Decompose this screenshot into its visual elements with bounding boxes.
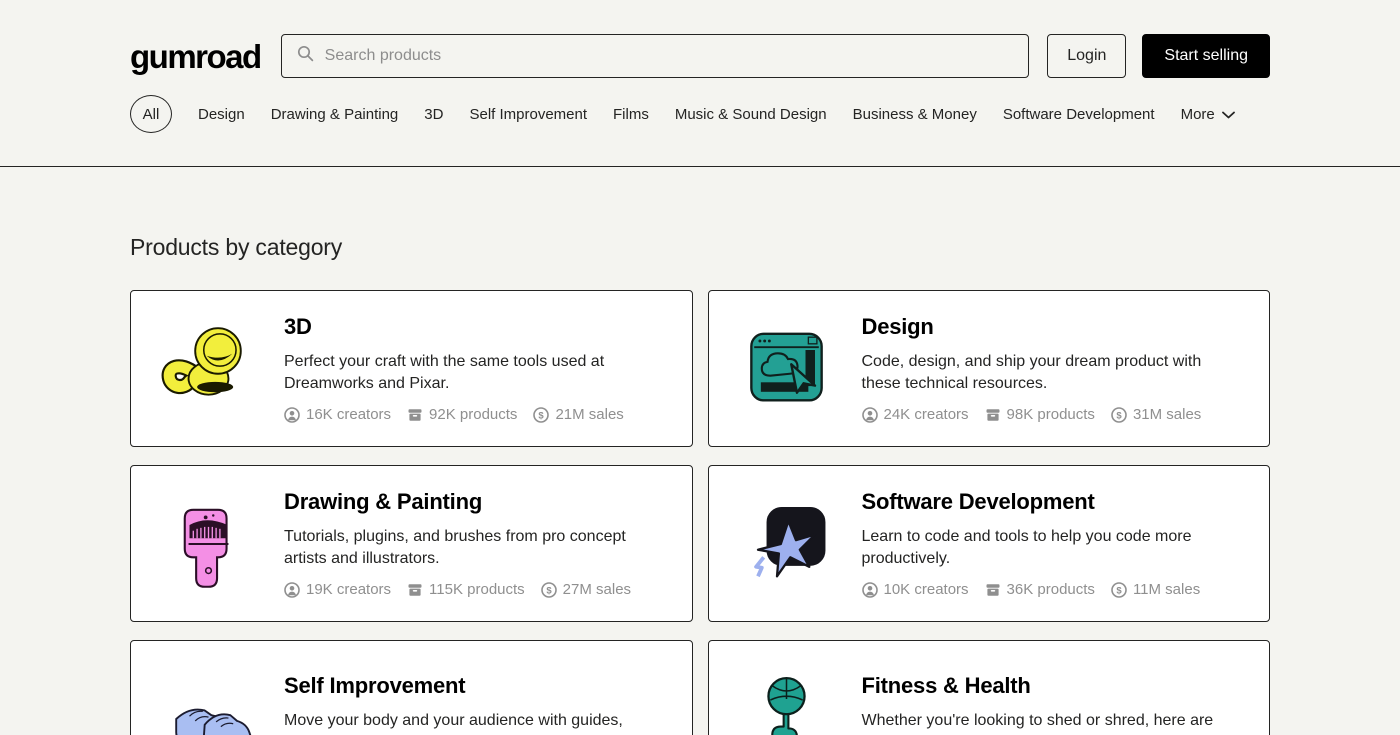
sneakers-sticker-icon — [161, 664, 256, 735]
creators-stat: 16K creators — [284, 406, 391, 423]
products-icon — [407, 407, 423, 423]
category-card-design[interactable]: Design Code, design, and ship your dream… — [708, 290, 1271, 447]
sales-stat: $ 11M sales — [1111, 581, 1200, 598]
card-description: Perfect your craft with the same tools u… — [284, 351, 662, 395]
card-description: Learn to code and tools to help you code… — [862, 526, 1240, 570]
gumroad-logo[interactable]: gumroad — [130, 40, 261, 73]
card-description: Tutorials, plugins, and brushes from pro… — [284, 526, 662, 570]
nav-item-all[interactable]: All — [130, 95, 172, 133]
start-selling-button[interactable]: Start selling — [1142, 34, 1270, 78]
category-card-3d[interactable]: 3D Perfect your craft with the same tool… — [130, 290, 693, 447]
card-stats: 19K creators 115K products $ 27M sales — [284, 581, 662, 598]
creators-icon — [862, 407, 878, 423]
creators-icon — [862, 582, 878, 598]
products-stat: 36K products — [985, 581, 1095, 598]
card-description: Move your body and your audience with gu… — [284, 710, 662, 735]
chevron-down-icon — [1222, 106, 1235, 123]
category-nav: All Design Drawing & Painting 3D Self Im… — [130, 95, 1270, 133]
nav-item-music-sound-design[interactable]: Music & Sound Design — [675, 106, 827, 123]
sales-icon: $ — [541, 582, 557, 598]
creators-stat: 19K creators — [284, 581, 391, 598]
cursor-burst-sticker-icon — [739, 489, 834, 599]
paintbrush-monster-sticker-icon — [161, 489, 256, 599]
nav-item-self-improvement[interactable]: Self Improvement — [469, 106, 587, 123]
card-title: 3D — [284, 314, 662, 340]
card-stats: 16K creators 92K products $ 21M sales — [284, 406, 662, 423]
products-stat: 98K products — [985, 406, 1095, 423]
nav-item-business-money[interactable]: Business & Money — [853, 106, 977, 123]
category-card-drawing-painting[interactable]: Drawing & Painting Tutorials, plugins, a… — [130, 465, 693, 622]
category-card-self-improvement[interactable]: Self Improvement Move your body and your… — [130, 640, 693, 735]
creators-stat: 24K creators — [862, 406, 969, 423]
login-button[interactable]: Login — [1047, 34, 1126, 78]
nav-item-3d[interactable]: 3D — [424, 106, 443, 123]
nav-item-films[interactable]: Films — [613, 106, 649, 123]
card-description: Code, design, and ship your dream produc… — [862, 351, 1240, 395]
search-input[interactable] — [325, 47, 1014, 65]
nav-item-design[interactable]: Design — [198, 106, 245, 123]
products-icon — [985, 407, 1001, 423]
products-stat: 115K products — [407, 581, 525, 598]
worm-3d-sticker-icon — [161, 314, 256, 424]
card-title: Fitness & Health — [862, 673, 1240, 699]
creators-icon — [284, 582, 300, 598]
card-title: Software Development — [862, 489, 1240, 515]
category-card-software-development[interactable]: Software Development Learn to code and t… — [708, 465, 1271, 622]
sales-stat: $ 27M sales — [541, 581, 631, 598]
basketball-hand-sticker-icon — [739, 664, 834, 735]
site-header: gumroad Login Start selling All Design D… — [0, 0, 1400, 167]
sales-icon: $ — [533, 407, 549, 423]
sales-icon: $ — [1111, 582, 1127, 598]
sales-stat: $ 31M sales — [1111, 406, 1201, 423]
svg-text:$: $ — [1116, 585, 1122, 596]
products-icon — [407, 582, 423, 598]
card-stats: 10K creators 36K products $ 11M sales — [862, 581, 1240, 598]
category-card-grid: 3D Perfect your craft with the same tool… — [130, 290, 1270, 735]
sales-stat: $ 21M sales — [533, 406, 623, 423]
products-stat: 92K products — [407, 406, 517, 423]
card-title: Self Improvement — [284, 673, 662, 699]
nav-item-drawing-painting[interactable]: Drawing & Painting — [271, 106, 399, 123]
svg-text:$: $ — [1116, 410, 1122, 421]
svg-text:$: $ — [539, 410, 545, 421]
creators-stat: 10K creators — [862, 581, 969, 598]
search-icon — [297, 45, 314, 67]
main-content: Products by category 3D Perfect your cra… — [0, 234, 1400, 735]
page-title: Products by category — [130, 234, 1270, 261]
sales-icon: $ — [1111, 407, 1127, 423]
card-description: Whether you're looking to shed or shred,… — [862, 710, 1240, 735]
card-stats: 24K creators 98K products $ 31M sales — [862, 406, 1240, 423]
products-icon — [985, 582, 1001, 598]
card-title: Drawing & Painting — [284, 489, 662, 515]
card-title: Design — [862, 314, 1240, 340]
search-bar[interactable] — [281, 34, 1030, 78]
nav-item-more[interactable]: More — [1181, 106, 1235, 123]
creators-icon — [284, 407, 300, 423]
category-card-fitness-health[interactable]: Fitness & Health Whether you're looking … — [708, 640, 1271, 735]
svg-text:$: $ — [546, 585, 552, 596]
browser-window-sticker-icon — [739, 314, 834, 424]
nav-item-software-development[interactable]: Software Development — [1003, 106, 1155, 123]
